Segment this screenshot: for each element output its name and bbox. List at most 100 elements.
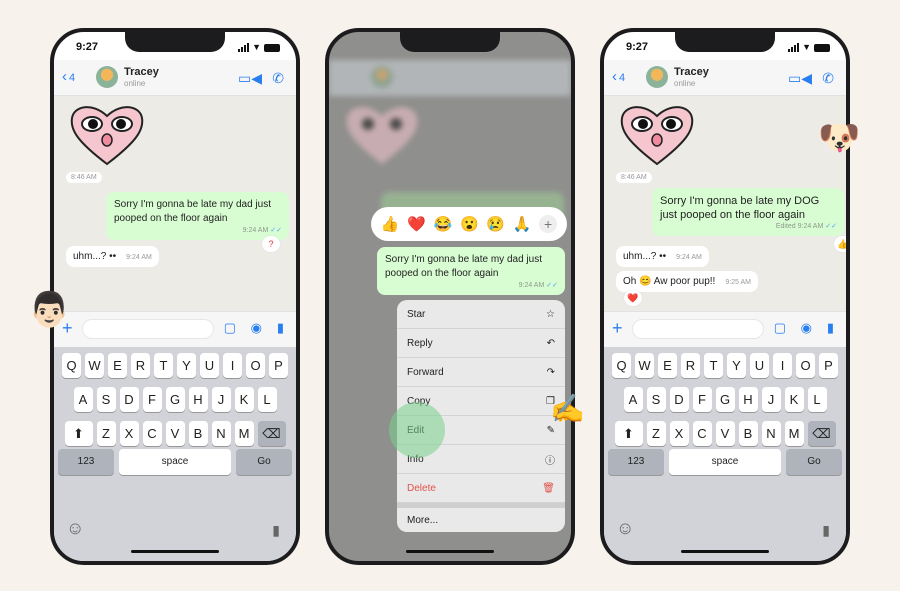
message-reaction[interactable]: ❤️ — [624, 290, 642, 306]
menu-item-more[interactable]: More... — [397, 503, 565, 532]
microphone-icon[interactable]: ▮ — [827, 320, 834, 336]
add-reaction-button[interactable]: + — [539, 215, 558, 233]
key[interactable]: R — [131, 353, 150, 378]
message-input[interactable] — [632, 319, 764, 339]
reaction-crying[interactable]: 😢 — [486, 215, 505, 233]
menu-item-reply[interactable]: Reply ↶ — [397, 329, 565, 358]
avatar[interactable] — [646, 66, 668, 88]
back-button[interactable]: ‹ 4 — [612, 68, 625, 85]
key[interactable]: O — [796, 353, 815, 378]
numbers-key[interactable]: 123 — [58, 449, 114, 475]
key[interactable]: Q — [612, 353, 631, 378]
incoming-message[interactable]: uhm...? •• 9:24 AM — [66, 246, 159, 267]
reaction-laughing[interactable]: 😂 — [434, 215, 453, 233]
dictation-mic-icon[interactable]: ▮ — [822, 522, 830, 539]
key[interactable]: Y — [727, 353, 746, 378]
selected-message[interactable]: Sorry I'm gonna be late my dad just poop… — [377, 247, 565, 295]
go-key[interactable]: Go — [236, 449, 292, 475]
emoji-keyboard-icon[interactable]: ☺ — [66, 518, 84, 539]
backspace-key[interactable]: ⌫ — [807, 421, 836, 446]
key[interactable]: M — [234, 421, 254, 446]
key[interactable]: W — [635, 353, 654, 378]
message-input[interactable] — [82, 319, 214, 339]
key[interactable]: B — [738, 421, 758, 446]
numbers-key[interactable]: 123 — [608, 449, 664, 475]
key[interactable]: G — [715, 387, 735, 412]
key[interactable]: D — [669, 387, 689, 412]
key[interactable]: S — [96, 387, 116, 412]
key[interactable]: Q — [62, 353, 81, 378]
key[interactable]: A — [623, 387, 643, 412]
key[interactable]: X — [119, 421, 139, 446]
key[interactable]: K — [784, 387, 804, 412]
key[interactable]: T — [704, 353, 723, 378]
sticker-icon[interactable]: ▢ — [774, 320, 786, 336]
key[interactable]: L — [257, 387, 277, 412]
sticker-icon[interactable]: ▢ — [224, 320, 236, 336]
contact-name[interactable]: Tracey — [674, 66, 709, 78]
reaction-heart[interactable]: ❤️ — [407, 215, 426, 233]
key[interactable]: C — [142, 421, 162, 446]
key[interactable]: N — [761, 421, 781, 446]
key[interactable]: H — [738, 387, 758, 412]
outgoing-message[interactable]: Sorry I'm gonna be late my dad just poop… — [106, 192, 289, 240]
key[interactable]: T — [154, 353, 173, 378]
key[interactable]: P — [819, 353, 838, 378]
edited-outgoing-message[interactable]: Sorry I'm gonna be late my DOG just poop… — [652, 188, 844, 236]
key[interactable]: H — [188, 387, 208, 412]
key[interactable]: K — [234, 387, 254, 412]
shift-key[interactable]: ⬆ — [64, 421, 93, 446]
go-key[interactable]: Go — [786, 449, 842, 475]
incoming-message[interactable]: Oh 😊 Aw poor pup!! 9:25 AM — [616, 271, 759, 292]
space-key[interactable]: space — [119, 449, 231, 475]
key[interactable]: B — [188, 421, 208, 446]
camera-icon[interactable]: ◉ — [251, 320, 262, 336]
key[interactable]: V — [715, 421, 735, 446]
key[interactable]: Z — [96, 421, 116, 446]
key[interactable]: R — [681, 353, 700, 378]
message-reaction[interactable]: ? — [262, 236, 280, 252]
key[interactable]: X — [669, 421, 689, 446]
video-call-icon[interactable]: ▭◀ — [238, 70, 262, 87]
key[interactable]: A — [73, 387, 93, 412]
key[interactable]: J — [761, 387, 781, 412]
menu-item-star[interactable]: Star ☆ — [397, 300, 565, 329]
video-call-icon[interactable]: ▭◀ — [788, 70, 812, 87]
key[interactable]: D — [119, 387, 139, 412]
key[interactable]: I — [223, 353, 242, 378]
reaction-surprised[interactable]: 😮 — [460, 215, 479, 233]
message-reaction[interactable]: 👍 — [834, 236, 846, 252]
plus-icon[interactable]: + — [612, 318, 623, 339]
dictation-mic-icon[interactable]: ▮ — [272, 522, 280, 539]
key[interactable]: Z — [646, 421, 666, 446]
menu-item-delete[interactable]: Delete 🗑 — [397, 474, 565, 503]
camera-icon[interactable]: ◉ — [801, 320, 812, 336]
key[interactable]: E — [658, 353, 677, 378]
emoji-keyboard-icon[interactable]: ☺ — [616, 518, 634, 539]
key[interactable]: L — [807, 387, 827, 412]
incoming-message[interactable]: uhm...? •• 9:24 AM — [616, 246, 709, 267]
phone-call-icon[interactable]: ✆ — [272, 70, 284, 87]
key[interactable]: S — [646, 387, 666, 412]
phone-call-icon[interactable]: ✆ — [822, 70, 834, 87]
key[interactable]: P — [269, 353, 288, 378]
shift-key[interactable]: ⬆ — [614, 421, 643, 446]
key[interactable]: U — [750, 353, 769, 378]
key[interactable]: V — [165, 421, 185, 446]
key[interactable]: W — [85, 353, 104, 378]
key[interactable]: I — [773, 353, 792, 378]
space-key[interactable]: space — [669, 449, 781, 475]
key[interactable]: O — [246, 353, 265, 378]
key[interactable]: U — [200, 353, 219, 378]
key[interactable]: F — [692, 387, 712, 412]
key[interactable]: F — [142, 387, 162, 412]
key[interactable]: G — [165, 387, 185, 412]
avatar[interactable] — [96, 66, 118, 88]
key[interactable]: J — [211, 387, 231, 412]
contact-name[interactable]: Tracey — [124, 66, 159, 78]
key[interactable]: C — [692, 421, 712, 446]
key[interactable]: M — [784, 421, 804, 446]
reaction-thumbs-up[interactable]: 👍 — [381, 215, 400, 233]
key[interactable]: N — [211, 421, 231, 446]
backspace-key[interactable]: ⌫ — [257, 421, 286, 446]
